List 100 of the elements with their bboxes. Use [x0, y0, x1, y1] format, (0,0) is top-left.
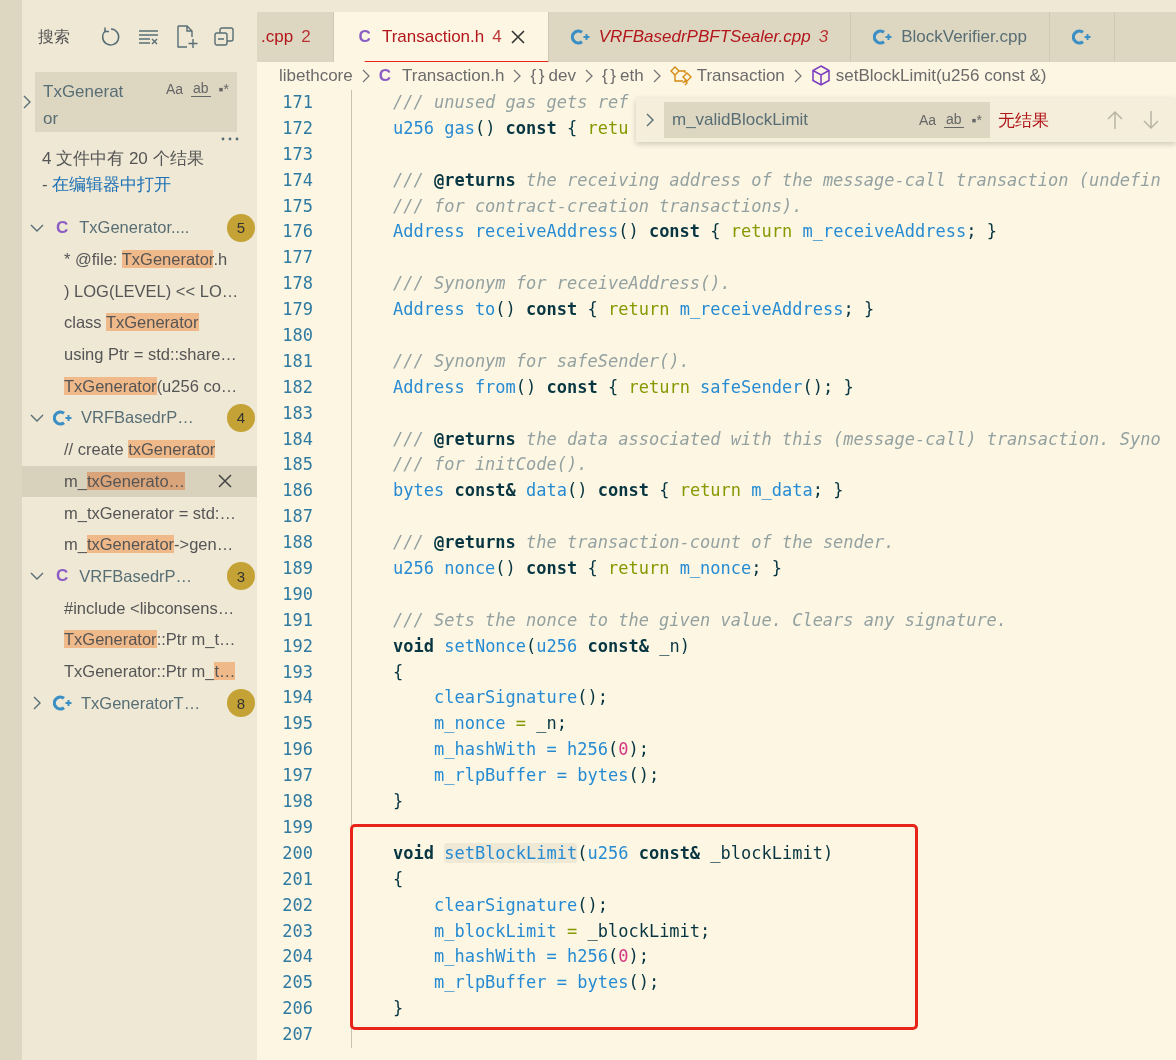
line-number: 175 — [281, 194, 314, 218]
line-number: 189 — [281, 557, 314, 581]
line-number: 188 — [281, 531, 314, 555]
line-number: 182 — [281, 375, 314, 399]
line-number: 185 — [281, 453, 314, 477]
close-icon[interactable] — [218, 474, 232, 489]
line-number: 184 — [281, 427, 314, 451]
chevron-right-icon — [583, 69, 594, 83]
line-number: 180 — [281, 324, 314, 347]
breadcrumb-item[interactable]: setBlockLimit(u256 const &) — [810, 65, 1047, 87]
code-line: void setNonce(u256 const& _n) — [393, 634, 690, 658]
code-line: u256 gas() const { retu — [393, 116, 629, 140]
code-line: m_blockLimit = _blockLimit; — [432, 919, 711, 943]
code-line: /// Synonym for safeSender(). — [393, 349, 690, 373]
match-row[interactable]: m_txGenerator = std:… — [22, 497, 257, 529]
match-row[interactable]: using Ptr = std::share… — [22, 338, 257, 371]
regex-toggle[interactable]: ▪* — [218, 81, 229, 97]
line-number: 190 — [281, 582, 314, 606]
line-number: 206 — [281, 997, 314, 1021]
line-number: 183 — [281, 401, 314, 425]
breadcrumb-item[interactable]: C Transaction.h — [378, 66, 505, 86]
code-line: Address receiveAddress() const { return m_receiveAddress; } — [393, 220, 997, 244]
line-number: 195 — [281, 712, 314, 736]
match-row[interactable]: TxGenerator::Ptr m_t… — [22, 623, 257, 656]
code-line: m_rlpBuffer = bytes(); — [432, 764, 660, 788]
refresh-icon[interactable] — [100, 26, 122, 48]
match-row[interactable]: #include <libconsens… — [22, 592, 257, 624]
find-field[interactable]: m_validBlockLimit Aa ab ▪* — [664, 102, 990, 138]
match-row[interactable]: TxGenerator(u256 co… — [22, 370, 257, 403]
line-number: 186 — [281, 479, 314, 503]
code-line: /// for initCode(). — [393, 453, 588, 477]
match-row[interactable]: * @file: TxGenerator.h — [22, 243, 257, 276]
chevron-right-icon — [651, 69, 662, 83]
file-type-icon: C — [358, 27, 371, 47]
file-type-icon — [570, 28, 591, 46]
line-number: 201 — [281, 867, 314, 891]
file-type-icon — [53, 408, 73, 427]
file-type-icon — [1071, 28, 1092, 46]
line-number: 202 — [281, 893, 314, 917]
match-row[interactable]: m_txGenerator->gen… — [22, 528, 257, 561]
line-number: 207 — [281, 1023, 314, 1047]
clear-results-icon[interactable] — [138, 27, 160, 47]
code-line: { — [393, 660, 404, 684]
new-file-icon[interactable] — [176, 25, 198, 49]
chevron-right-icon — [512, 69, 523, 83]
results-summary: 4 文件中有 20 个结果 — [42, 149, 204, 168]
whole-word-toggle[interactable]: ab — [191, 81, 211, 97]
code-line: Address to() const { return m_receiveAddress; } — [393, 298, 875, 322]
code-line: Address from() const { return safeSender(); } — [393, 375, 854, 399]
code-line: clearSignature(); — [432, 893, 608, 917]
whole-word-toggle[interactable]: ab — [944, 112, 964, 128]
line-number: 177 — [281, 246, 314, 270]
close-icon[interactable] — [509, 29, 526, 45]
line-number: 193 — [281, 660, 314, 684]
line-number: 176 — [281, 220, 314, 244]
line-number: 181 — [281, 349, 314, 373]
file-result-row[interactable]: C TxGenerator.... 5 — [22, 212, 257, 244]
code-line: m_rlpBuffer = bytes(); — [432, 971, 660, 995]
code-line: clearSignature(); — [432, 686, 608, 710]
code-line: /// Sets the nonce to the given value. Clears any signature. — [393, 608, 1008, 632]
match-case-toggle[interactable]: Aa — [918, 112, 936, 128]
more-icon[interactable] — [221, 136, 239, 142]
line-number: 203 — [281, 919, 314, 943]
search-field[interactable]: TxGenerator Aa ab ▪* — [35, 72, 237, 132]
code-line: u256 nonce() const { return m_nonce; } — [393, 557, 782, 581]
file-type-icon: C — [56, 217, 69, 238]
match-row[interactable]: m_txGenerato… — [22, 465, 257, 498]
separator-text: - — [42, 175, 48, 194]
file-type-icon — [873, 28, 894, 46]
breadcrumb-item[interactable]: libethcore — [279, 66, 353, 86]
line-number: 198 — [281, 790, 314, 814]
code-line: m_nonce = _n; — [432, 712, 568, 736]
code-line: bytes const& data() const { return m_data; } — [393, 479, 844, 503]
code-line: m_hashWith = h256(0); — [432, 945, 649, 969]
file-result-row[interactable]: C VRFBasedrP… 3 — [22, 560, 257, 593]
code-line: /// @returns the data associated with this (message-call) transaction. Syno — [393, 427, 1161, 451]
no-results-text: 无结果 — [998, 109, 1049, 132]
file-result-row[interactable]: VRFBasedrP… 4 — [22, 402, 257, 434]
regex-toggle[interactable]: ▪* — [971, 112, 982, 128]
code-line: /// @returns the receiving address of the message-call transaction (undefin — [393, 168, 1161, 192]
match-row[interactable]: TxGenerator::Ptr m_t… — [22, 655, 257, 688]
breadcrumb-item[interactable]: { } eth — [601, 66, 644, 86]
file-result-row[interactable]: TxGeneratorT… 8 — [22, 687, 257, 719]
line-number: 172 — [281, 116, 314, 140]
breadcrumb-item[interactable]: Transaction — [669, 66, 785, 86]
file-type-icon: C — [56, 566, 69, 587]
line-number: 200 — [281, 841, 314, 865]
match-row[interactable]: ) LOG(LEVEL) << LO… — [22, 275, 257, 308]
match-row[interactable]: // create txGenerator — [22, 433, 257, 466]
open-in-editor-link[interactable]: 在编辑器中打开 — [52, 175, 172, 194]
collapse-all-icon[interactable] — [214, 27, 234, 47]
line-number: 192 — [281, 634, 314, 658]
line-number: 205 — [281, 971, 314, 995]
code-line: { — [393, 867, 404, 891]
code-line: void setBlockLimit(u256 const& _blockLimit) — [393, 841, 834, 865]
breadcrumb-item[interactable]: { } dev — [530, 66, 576, 86]
match-case-toggle[interactable]: Aa — [165, 81, 183, 97]
count-badge: 5 — [227, 213, 255, 242]
editor-tab[interactable]: C Transaction.h 4 — [333, 12, 549, 62]
match-row[interactable]: class TxGenerator — [22, 307, 257, 339]
